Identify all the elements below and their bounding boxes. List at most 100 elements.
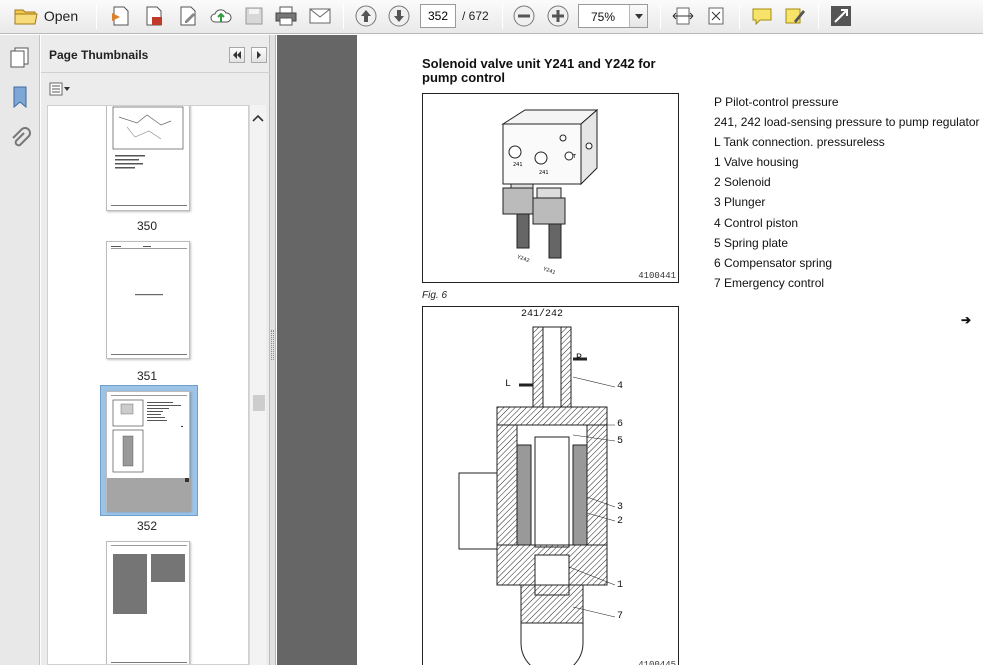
open-button[interactable]: Open — [6, 4, 86, 28]
scrollbar-handle[interactable] — [253, 395, 265, 411]
cloud-upload-icon — [209, 5, 233, 27]
callout-5: 5 — [617, 436, 624, 447]
callout-p: P — [576, 353, 583, 364]
svg-text:241: 241 — [539, 170, 549, 176]
save-button[interactable] — [241, 4, 267, 28]
list-options-icon — [49, 82, 71, 99]
callout-3: 3 — [617, 502, 624, 513]
figure-number: 4100441 — [638, 271, 676, 281]
thumbnail-scrollbar[interactable] — [249, 105, 266, 665]
page-thumbnails-panel: Page Thumbnails 350 351 352 — [41, 35, 270, 665]
chevron-up-icon[interactable] — [252, 111, 264, 125]
thumbnail-preview — [111, 106, 187, 206]
zoom-value: 75% — [591, 10, 616, 24]
save-icon — [244, 6, 264, 26]
double-chevron-left-icon — [232, 48, 242, 62]
collapse-panel-button[interactable] — [229, 47, 245, 63]
create-pdf-button[interactable] — [108, 4, 134, 28]
toolbar-divider — [96, 4, 97, 29]
bookmarks-tab[interactable] — [7, 85, 33, 111]
cross-section-drawing — [458, 326, 616, 665]
highlighter-pen-icon — [784, 5, 806, 27]
legend-item: 241, 242 load-sensing pressure to pump r… — [714, 115, 980, 130]
thumbnail-page-number: 351 — [136, 369, 158, 383]
envelope-icon — [308, 7, 332, 25]
legend-item: 7 Emergency control — [714, 275, 825, 290]
splitter-grip[interactable] — [271, 330, 274, 360]
previous-page-button[interactable] — [353, 4, 379, 28]
expand-panel-button[interactable] — [251, 47, 267, 63]
printer-icon — [274, 5, 298, 27]
speech-bubble-icon — [751, 6, 773, 26]
open-label: Open — [43, 8, 79, 24]
panel-splitter[interactable] — [270, 35, 276, 665]
navigation-pane-strip — [0, 35, 40, 665]
callout-2: 2 — [617, 516, 624, 527]
chevron-down-icon[interactable] — [629, 5, 647, 27]
callout-6: 6 — [617, 419, 624, 430]
bookmark-icon — [11, 85, 29, 112]
page-thumbnail-selected[interactable] — [106, 391, 191, 512]
options-menu-button[interactable] — [49, 82, 73, 98]
legend-item: 4 Control piston — [714, 215, 799, 230]
thumbnail-list[interactable]: 350 351 352 — [47, 105, 249, 665]
page-thumbnail[interactable] — [106, 541, 190, 664]
toolbar-divider — [660, 4, 661, 29]
figure-caption: Fig. 6 — [422, 290, 448, 301]
callout-4: 4 — [617, 381, 624, 392]
main-toolbar: Open / 672 75% — [0, 0, 983, 34]
next-page-button[interactable] — [386, 4, 412, 28]
figure-top-label: 241/242 — [521, 309, 564, 320]
panel-title: Page Thumbnails — [49, 48, 149, 62]
toolbar-divider — [818, 4, 819, 29]
plus-circle-icon — [547, 5, 569, 27]
fit-page-button[interactable] — [703, 4, 729, 28]
export-pdf-button[interactable] — [141, 4, 167, 28]
document-viewport[interactable]: Solenoid valve unit Y241 and Y242 for pu… — [277, 35, 983, 665]
arrow-down-circle-icon — [388, 5, 410, 27]
zoom-in-button[interactable] — [545, 4, 571, 28]
svg-text:Y242: Y242 — [515, 254, 530, 264]
edit-button[interactable] — [175, 4, 201, 28]
pages-icon — [9, 46, 31, 71]
legend-item: 2 Solenoid — [714, 175, 771, 190]
thumbnail-page-number: 350 — [136, 219, 158, 233]
highlight-button[interactable] — [782, 4, 808, 28]
document-page: Solenoid valve unit Y241 and Y242 for pu… — [357, 35, 983, 665]
legend-list: P Pilot-control pressure 241, 242 load-s… — [714, 92, 980, 293]
thumbnail-preview — [111, 246, 187, 355]
figure-cross-section: 241/242 P L 4 6 5 3 2 1 7 4100445 — [422, 306, 679, 665]
attachments-tab[interactable] — [7, 126, 33, 154]
toolbar-divider — [739, 4, 740, 29]
zoom-select[interactable]: 75% — [578, 4, 648, 28]
legend-item: 5 Spring plate — [714, 235, 789, 250]
chevron-right-icon — [256, 48, 262, 62]
minus-circle-icon — [513, 5, 535, 27]
legend-item: 3 Plunger — [714, 195, 766, 210]
create-pdf-icon — [110, 5, 132, 27]
callout-1: 1 — [617, 580, 624, 591]
page-thumbnail[interactable] — [106, 241, 190, 359]
email-button[interactable] — [307, 4, 333, 28]
svg-text:241: 241 — [513, 162, 523, 168]
print-button[interactable] — [273, 4, 299, 28]
comment-button[interactable] — [749, 4, 775, 28]
fit-width-button[interactable] — [670, 4, 696, 28]
svg-text:Y241: Y241 — [541, 266, 556, 276]
fullscreen-button[interactable] — [828, 4, 854, 28]
callout-l: L — [505, 379, 512, 390]
figure-valve-unit: 241 241 T Y242 Y241 4100441 — [422, 93, 679, 283]
page-thumbnails-tab[interactable] — [7, 45, 33, 71]
zoom-out-button[interactable] — [511, 4, 537, 28]
legend-item: 6 Compensator spring — [714, 255, 833, 270]
edit-document-icon — [177, 5, 199, 27]
paperclip-icon — [9, 126, 31, 154]
page-number-input[interactable] — [420, 4, 456, 28]
toolbar-divider — [343, 4, 344, 29]
fit-width-icon — [672, 5, 694, 27]
legend-item: P Pilot-control pressure — [714, 95, 839, 109]
cloud-upload-button[interactable] — [208, 4, 234, 28]
page-thumbnail[interactable] — [106, 106, 190, 211]
panel-header: Page Thumbnails — [41, 35, 270, 73]
pdf-export-icon — [143, 5, 165, 27]
